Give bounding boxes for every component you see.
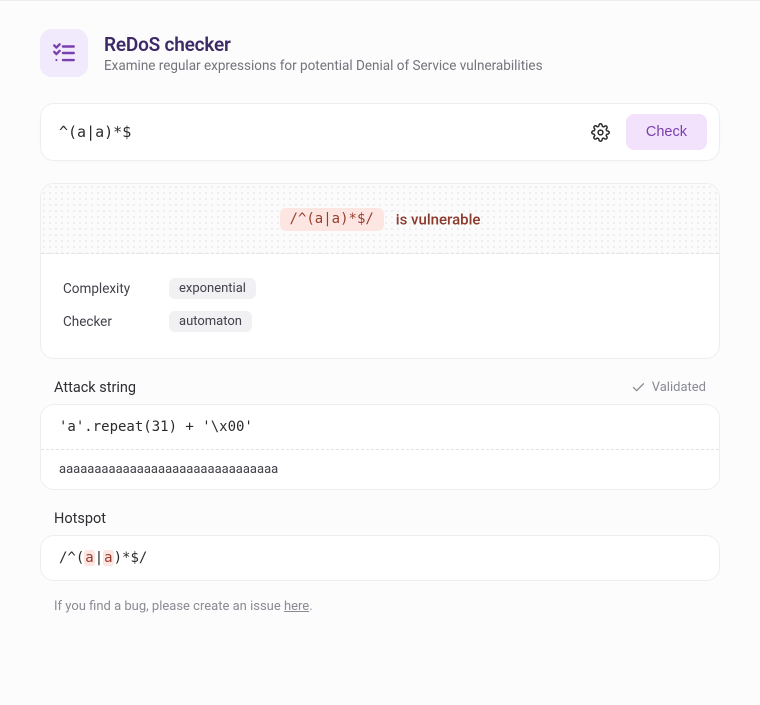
checker-label: Checker (63, 314, 145, 330)
result-header: /^(a|a)*$/ is vulnerable (41, 184, 719, 254)
attack-output: aaaaaaaaaaaaaaaaaaaaaaaaaaaaaaa (41, 449, 719, 489)
page-title: ReDoS checker (104, 33, 543, 56)
complexity-value: exponential (169, 278, 256, 299)
footer-note: If you find a bug, please create an issu… (40, 599, 720, 614)
input-bar: Check (40, 103, 720, 161)
complexity-label: Complexity (63, 281, 145, 297)
result-panel: /^(a|a)*$/ is vulnerable Complexity expo… (40, 183, 720, 359)
checker-value: automaton (169, 311, 252, 332)
check-button[interactable]: Check (626, 114, 707, 150)
validated-text: Validated (652, 380, 706, 395)
attack-code: 'a'.repeat(31) + '\x00' (41, 405, 719, 449)
issue-link[interactable]: here (284, 599, 309, 614)
attack-section-header: Attack string Validated (40, 379, 720, 404)
hotspot-label: Hotspot (54, 510, 106, 527)
attack-label: Attack string (54, 379, 136, 396)
regex-input[interactable] (59, 123, 575, 141)
page-header: ReDoS checker Examine regular expression… (40, 29, 720, 77)
hotspot-code: /^(a|a)*$/ (41, 536, 719, 580)
page-subtitle: Examine regular expressions for potentia… (104, 58, 543, 74)
hotspot-panel: /^(a|a)*$/ (40, 535, 720, 581)
check-icon (631, 380, 646, 395)
result-verdict: is vulnerable (396, 211, 481, 229)
complexity-row: Complexity exponential (63, 272, 697, 305)
checker-row: Checker automaton (63, 305, 697, 338)
hotspot-section-header: Hotspot (40, 510, 720, 535)
result-regex: /^(a|a)*$/ (280, 208, 384, 231)
settings-button[interactable] (585, 117, 616, 148)
validated-badge: Validated (631, 380, 706, 395)
gear-icon (591, 123, 610, 142)
attack-panel: 'a'.repeat(31) + '\x00' aaaaaaaaaaaaaaaa… (40, 404, 720, 490)
checklist-icon (40, 29, 88, 77)
